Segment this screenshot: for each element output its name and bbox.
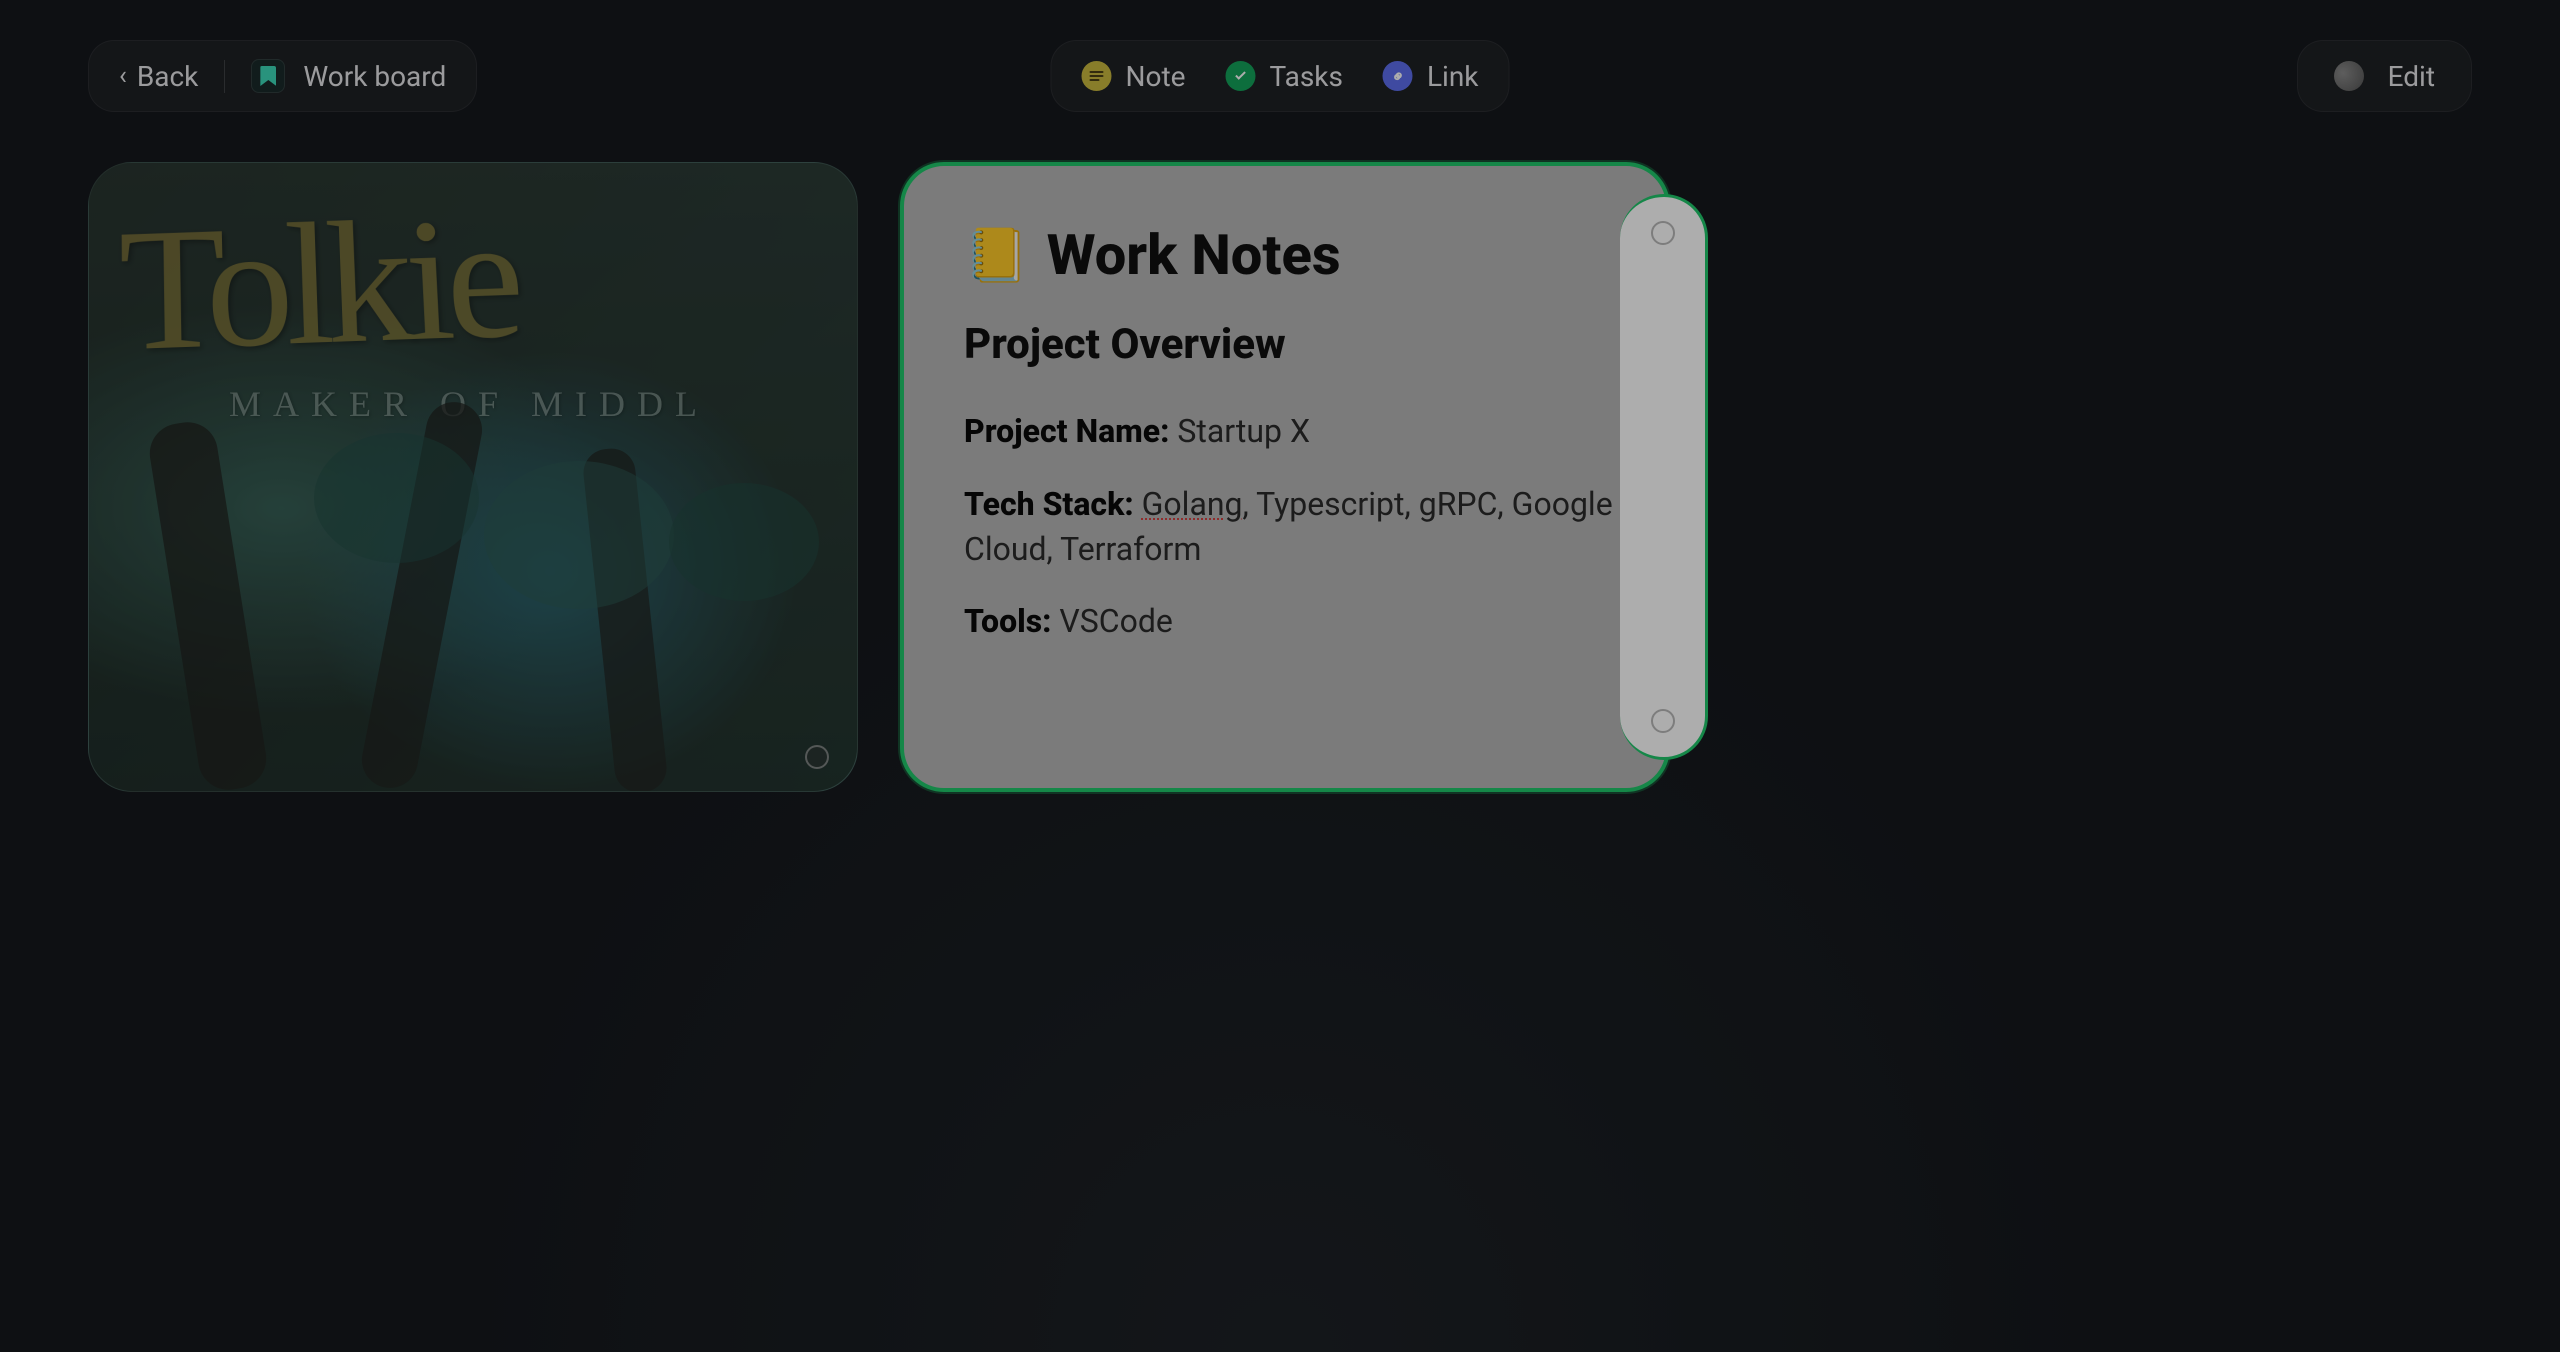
board-canvas[interactable]: Tolkie MAKER OF MIDDL 📒 Work Notes Proje…	[0, 152, 2560, 802]
create-link-label: Link	[1427, 60, 1479, 93]
back-button[interactable]: ‹ Back	[119, 60, 225, 93]
edit-button[interactable]: Edit	[2297, 40, 2472, 112]
bookmark-icon	[251, 59, 285, 93]
image-card[interactable]: Tolkie MAKER OF MIDDL	[88, 162, 858, 792]
board-name-label: Work board	[303, 60, 446, 93]
image-book-title: Tolkie	[118, 178, 521, 392]
toolbar-breadcrumb-group: ‹ Back Work board	[88, 40, 477, 112]
note-title-text: Work Notes	[1047, 222, 1341, 288]
palette-icon	[2334, 61, 2364, 91]
note-card-title: 📒 Work Notes	[964, 222, 1622, 288]
note-line-project: Project Name: Startup X	[964, 409, 1622, 454]
create-tasks-label: Tasks	[1269, 60, 1343, 93]
note-body[interactable]: Project Name: Startup X Tech Stack: Gola…	[964, 409, 1622, 644]
note-resize-sidebar[interactable]	[1620, 194, 1708, 760]
note-line-tools: Tools: VSCode	[964, 599, 1622, 644]
note-line-techstack: Tech Stack: Golang, Typescript, gRPC, Go…	[964, 482, 1622, 572]
resize-handle-top[interactable]	[1651, 221, 1675, 245]
create-tasks-button[interactable]: Tasks	[1225, 60, 1343, 93]
back-label: Back	[137, 60, 199, 93]
resize-handle-bottom[interactable]	[1651, 709, 1675, 733]
note-icon	[1082, 61, 1112, 91]
image-card-content: Tolkie MAKER OF MIDDL	[89, 163, 857, 791]
card-resize-handle[interactable]	[805, 745, 829, 769]
edit-label: Edit	[2388, 60, 2435, 93]
link-icon: ⚭	[1383, 61, 1413, 91]
top-toolbar: ‹ Back Work board Note Tasks	[0, 0, 2560, 152]
chevron-left-icon: ‹	[119, 63, 127, 89]
note-card[interactable]: 📒 Work Notes Project Overview Project Na…	[900, 162, 1670, 792]
notebook-icon: 📒	[964, 225, 1029, 286]
board-name-button[interactable]: Work board	[251, 59, 446, 93]
create-link-button[interactable]: ⚭ Link	[1383, 60, 1479, 93]
create-note-label: Note	[1126, 60, 1186, 93]
note-heading: Project Overview	[964, 320, 1622, 369]
check-icon	[1225, 61, 1255, 91]
toolbar-create-group: Note Tasks ⚭ Link	[1051, 40, 1510, 112]
create-note-button[interactable]: Note	[1082, 60, 1186, 93]
